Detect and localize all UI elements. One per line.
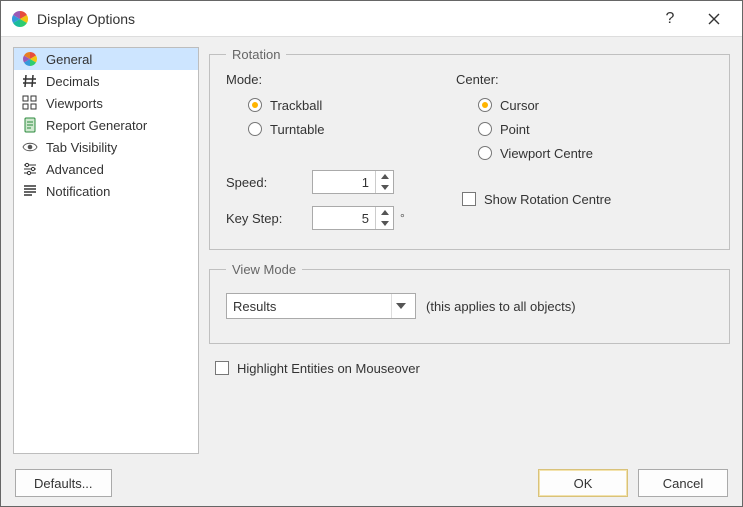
- sidebar-item-label: Advanced: [46, 162, 104, 177]
- rotation-center-column: Center: Cursor Point Viewport Centre: [456, 72, 696, 211]
- radio-icon: [248, 98, 262, 112]
- chevron-down-icon: [391, 294, 409, 318]
- radio-icon: [478, 122, 492, 136]
- hash-icon: [22, 73, 38, 89]
- defaults-button-label: Defaults...: [34, 476, 93, 491]
- keystep-unit: °: [400, 211, 405, 225]
- ok-button-label: OK: [574, 476, 593, 491]
- spin-up-icon[interactable]: [376, 207, 393, 218]
- category-sidebar: General Decimals Viewports Report Genera…: [13, 47, 199, 454]
- main-panel: Rotation Mode: Trackball Turntable: [209, 47, 730, 454]
- sliders-icon: [22, 161, 38, 177]
- mode-turntable-radio[interactable]: Turntable: [226, 117, 446, 141]
- rotation-legend: Rotation: [226, 47, 286, 62]
- mode-trackball-radio[interactable]: Trackball: [226, 93, 446, 117]
- sidebar-item-label: Notification: [46, 184, 110, 199]
- view-mode-legend: View Mode: [226, 262, 302, 277]
- radio-icon: [478, 146, 492, 160]
- highlight-entities-checkbox[interactable]: [215, 361, 229, 375]
- ok-button[interactable]: OK: [538, 469, 628, 497]
- speed-input[interactable]: [313, 171, 375, 193]
- highlight-entities-label: Highlight Entities on Mouseover: [237, 361, 420, 376]
- window-title: Display Options: [37, 11, 648, 27]
- speed-spinner[interactable]: [312, 170, 394, 194]
- cancel-button-label: Cancel: [663, 476, 703, 491]
- close-button[interactable]: [692, 5, 736, 33]
- spin-up-icon[interactable]: [376, 171, 393, 182]
- sidebar-item-decimals[interactable]: Decimals: [14, 70, 198, 92]
- sidebar-item-label: Viewports: [46, 96, 103, 111]
- rotation-group: Rotation Mode: Trackball Turntable: [209, 47, 730, 250]
- radio-icon: [248, 122, 262, 136]
- app-color-wheel-icon: [11, 10, 29, 28]
- grid-icon: [22, 95, 38, 111]
- spin-down-icon[interactable]: [376, 218, 393, 229]
- view-mode-note: (this applies to all objects): [426, 299, 576, 314]
- radio-icon: [478, 98, 492, 112]
- color-wheel-icon: [22, 51, 38, 67]
- sidebar-item-report-generator[interactable]: Report Generator: [14, 114, 198, 136]
- sidebar-item-label: General: [46, 52, 92, 67]
- radio-label: Cursor: [500, 98, 539, 113]
- show-rotation-centre-checkbox[interactable]: [462, 192, 476, 206]
- sidebar-item-notification[interactable]: Notification: [14, 180, 198, 202]
- center-point-radio[interactable]: Point: [456, 117, 696, 141]
- sidebar-item-tab-visibility[interactable]: Tab Visibility: [14, 136, 198, 158]
- cancel-button[interactable]: Cancel: [638, 469, 728, 497]
- sidebar-item-label: Report Generator: [46, 118, 147, 133]
- dialog-footer: Defaults... OK Cancel: [1, 460, 742, 506]
- sidebar-item-viewports[interactable]: Viewports: [14, 92, 198, 114]
- center-viewport-radio[interactable]: Viewport Centre: [456, 141, 696, 165]
- sidebar-item-general[interactable]: General: [14, 48, 198, 70]
- view-mode-combo[interactable]: Results: [226, 293, 416, 319]
- radio-label: Turntable: [270, 122, 324, 137]
- radio-label: Viewport Centre: [500, 146, 593, 161]
- keystep-input[interactable]: [313, 207, 375, 229]
- keystep-label: Key Step:: [226, 211, 312, 226]
- lines-icon: [22, 183, 38, 199]
- view-mode-selected: Results: [233, 299, 276, 314]
- center-cursor-radio[interactable]: Cursor: [456, 93, 696, 117]
- report-icon: [22, 117, 38, 133]
- view-mode-group: View Mode Results (this applies to all o…: [209, 262, 730, 344]
- speed-label: Speed:: [226, 175, 312, 190]
- eye-icon: [22, 139, 38, 155]
- rotation-mode-column: Mode: Trackball Turntable Speed:: [226, 72, 446, 233]
- dialog-window: Display Options ? General: [0, 0, 743, 507]
- radio-label: Trackball: [270, 98, 322, 113]
- dialog-body: General Decimals Viewports Report Genera…: [1, 37, 742, 460]
- sidebar-item-label: Decimals: [46, 74, 99, 89]
- sidebar-item-label: Tab Visibility: [46, 140, 117, 155]
- defaults-button[interactable]: Defaults...: [15, 469, 112, 497]
- sidebar-item-advanced[interactable]: Advanced: [14, 158, 198, 180]
- center-label: Center:: [456, 72, 696, 87]
- radio-label: Point: [500, 122, 530, 137]
- mode-label: Mode:: [226, 72, 446, 87]
- spin-down-icon[interactable]: [376, 182, 393, 193]
- help-button[interactable]: ?: [648, 5, 692, 33]
- keystep-spinner[interactable]: [312, 206, 394, 230]
- titlebar: Display Options ?: [1, 1, 742, 37]
- show-rotation-centre-label: Show Rotation Centre: [484, 192, 611, 207]
